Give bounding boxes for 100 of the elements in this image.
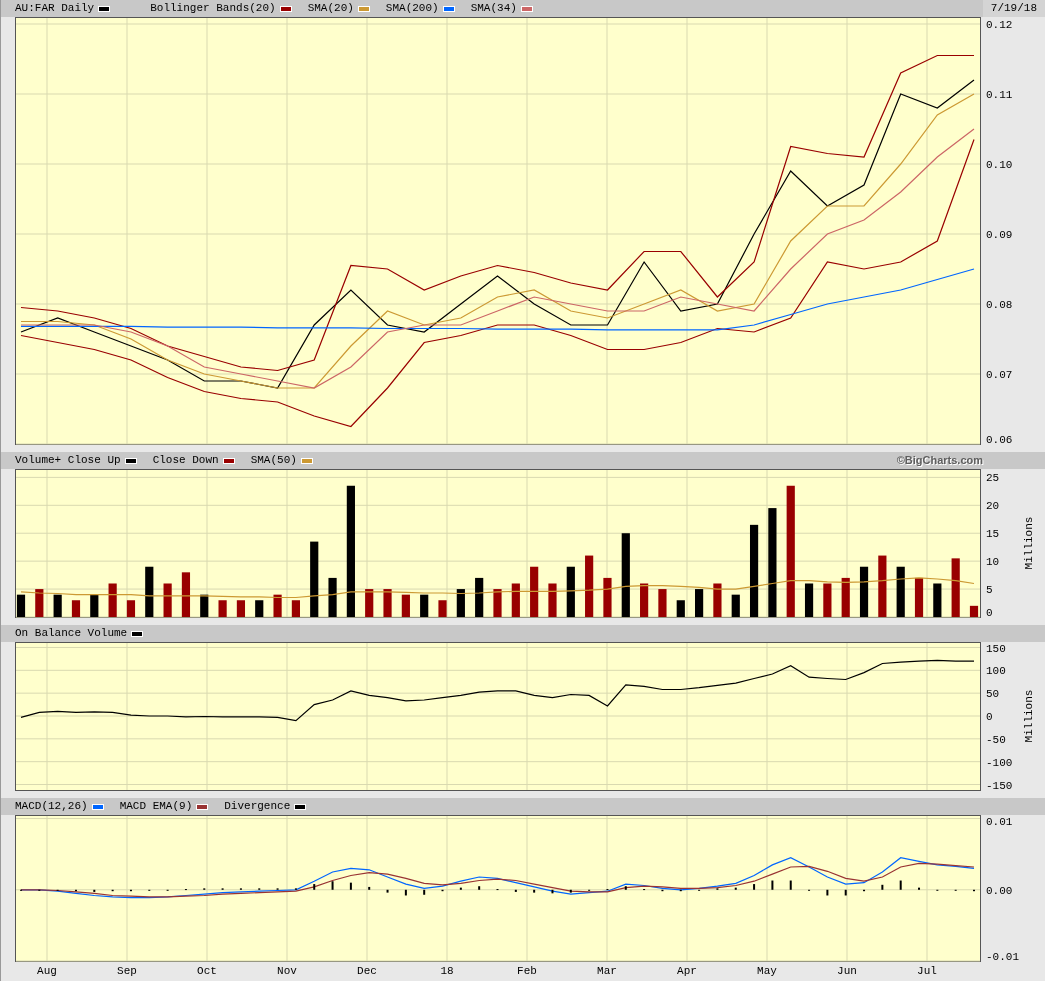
axis-tick-label: 0.11 [986, 89, 1013, 101]
divergence-bar [313, 884, 316, 890]
volume-bar [530, 566, 539, 617]
axis-tick-label: 0.12 [986, 19, 1013, 31]
divergence-bar [789, 880, 792, 890]
axis-tick-label: 10 [986, 556, 1000, 569]
volume-bar [126, 600, 136, 617]
axis-tick-label: 0.00 [986, 884, 1013, 897]
month-label: May [756, 964, 778, 979]
divergence-bar [93, 889, 96, 892]
divergence-bar [679, 889, 682, 892]
legend-label: AU:FAR Daily [15, 1, 95, 17]
volume-bar [695, 589, 704, 617]
volume-bar [35, 589, 44, 617]
volume-bar [90, 594, 99, 617]
axis-tick-label: 25 [986, 472, 1000, 485]
volume-bar [108, 583, 117, 617]
month-label: Aug [36, 964, 58, 979]
divergence-bar [129, 889, 132, 892]
axis-title: Millions [1023, 689, 1035, 743]
divergence-bar [404, 889, 407, 896]
legend-label: Divergence [224, 799, 291, 815]
volume-bar [53, 594, 62, 617]
divergence-bar [844, 889, 847, 896]
volume-bar [383, 589, 392, 617]
volume-bar [585, 555, 594, 617]
axis-tick-label: 15 [986, 528, 1000, 541]
divergence-bar [734, 887, 737, 890]
axis-tick-label: 5 [986, 584, 993, 597]
axis-tick-label: 0.01 [986, 816, 1013, 828]
axis-tick-label: 0 [986, 711, 993, 723]
legend-label: Volume+ Close Up [15, 453, 121, 469]
divergence-bar [661, 889, 664, 892]
volume-bar [713, 583, 722, 617]
axis-tick-label: 0.07 [986, 369, 1013, 381]
axis-tick-label: 150 [986, 643, 1006, 655]
divergence-bar [423, 889, 426, 895]
volume-bar [841, 577, 850, 617]
axis-tick-label: 20 [986, 500, 1000, 513]
volume-bar [145, 566, 154, 617]
volume-bar [511, 583, 520, 617]
legend-label: Bollinger Bands(20) [150, 1, 276, 17]
volume-bar [181, 572, 191, 617]
volume-bar [969, 605, 979, 617]
divergence-bar [881, 884, 884, 890]
copyright-text: ©BigCharts.com [896, 453, 983, 469]
volume-bar [273, 594, 282, 617]
legend-label: SMA(20) [307, 1, 354, 17]
divergence-bar [863, 889, 866, 892]
month-label: Sep [116, 964, 138, 979]
divergence-bar [386, 889, 389, 893]
divergence-bar [551, 889, 554, 894]
volume-bar [951, 558, 960, 617]
axis-tick-label: -50 [986, 733, 1006, 746]
volume-bar [236, 600, 245, 617]
divergence-bar [624, 886, 627, 890]
axis-tick-label: 0 [986, 607, 993, 619]
divergence-bar [459, 887, 462, 890]
volume-bar [200, 594, 209, 617]
axis-tick-label: 0.10 [986, 159, 1013, 171]
volume-bar [456, 589, 465, 617]
volume-bar [401, 594, 410, 617]
divergence-bar [368, 886, 371, 890]
volume-bar [420, 594, 429, 617]
divergence-bar [826, 889, 829, 896]
axis-tick-label: -0.01 [986, 951, 1019, 963]
month-label: Dec [356, 964, 378, 979]
divergence-bar [753, 884, 756, 890]
month-label: Jun [836, 964, 858, 979]
volume-bar [658, 589, 667, 617]
volume-bar [218, 600, 227, 617]
legend-label: SMA(200) [385, 1, 439, 17]
volume-bar [933, 583, 942, 617]
divergence-bar [569, 889, 572, 893]
volume-bar [676, 600, 685, 617]
volume-bar [365, 589, 374, 617]
axis-title: Millions [1023, 516, 1035, 570]
month-label: Oct [196, 964, 218, 979]
volume-bar [548, 583, 557, 617]
legend-label: MACD EMA(9) [119, 799, 193, 815]
volume-bar [896, 566, 905, 617]
legend-label: SMA(34) [470, 1, 517, 17]
month-label: 18 [439, 964, 455, 979]
chart-date: 7/19/18 [982, 0, 1045, 17]
volume-bar [438, 600, 447, 617]
volume-bar [640, 583, 649, 617]
volume-bar [566, 566, 575, 617]
divergence-bar [111, 889, 114, 892]
volume-bar [255, 600, 264, 617]
legend-label: Close Down [152, 453, 219, 469]
volume-bar [859, 566, 869, 617]
axis-tick-label: 0.06 [986, 434, 1013, 446]
volume-bar [914, 577, 924, 617]
month-label: Apr [676, 964, 698, 979]
legend-label: MACD(12,26) [15, 799, 88, 815]
axis-tick-label: 0.08 [986, 299, 1013, 311]
axis-tick-label: -150 [986, 779, 1013, 792]
divergence-bar [441, 889, 444, 892]
divergence-bar [533, 889, 536, 893]
volume-bar [603, 577, 612, 617]
